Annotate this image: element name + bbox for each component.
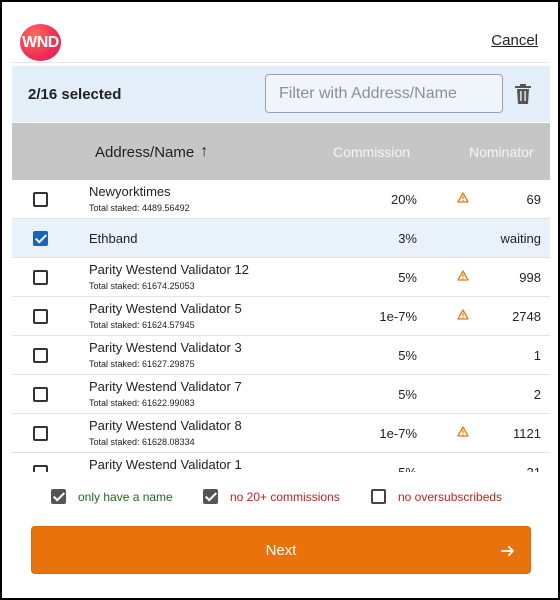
total-staked: Total staked: 61674.25053 [89, 281, 195, 291]
warning-icon [457, 270, 469, 281]
column-header-nominator[interactable]: Nominator [469, 144, 534, 160]
filter-checkbox[interactable] [203, 489, 218, 504]
selection-toolbar: 2/16 selected [12, 66, 550, 122]
total-staked: Total staked: 61622.99083 [89, 398, 195, 408]
wnd-logo: WND [20, 24, 61, 61]
validator-name: Parity Westend Validator 8 [89, 418, 242, 433]
column-header-address[interactable]: Address/Name ↑ [95, 143, 208, 161]
table-row[interactable]: Parity Westend Validator 8 Total staked: … [12, 414, 550, 453]
nominator-value: 2 [533, 387, 541, 402]
total-staked: Total staked: 61627.29875 [89, 359, 195, 369]
warning-icon [457, 309, 469, 320]
total-staked: Total staked: 61628.08334 [89, 437, 195, 447]
selected-count: 2/16 selected [28, 86, 122, 103]
column-label-address: Address/Name [95, 143, 195, 161]
nominator-value: 21 [527, 465, 541, 472]
validator-name: Parity Westend Validator 12 [89, 262, 249, 277]
row-checkbox[interactable] [33, 465, 48, 472]
nominator-value: waiting [500, 231, 541, 246]
validator-name: Parity Westend Validator 5 [89, 301, 242, 316]
commission-value: 1e-7% [379, 309, 417, 324]
row-checkbox[interactable] [33, 231, 48, 246]
row-checkbox[interactable] [33, 270, 48, 285]
commission-value: 5% [398, 387, 417, 402]
nominator-value: 2748 [512, 309, 541, 324]
trash-icon[interactable] [513, 83, 533, 105]
warning-icon [457, 426, 469, 437]
column-header-commission[interactable]: Commission [333, 144, 410, 160]
total-staked: Total staked: 4489.56492 [89, 203, 190, 213]
filter-checkbox[interactable] [51, 489, 66, 504]
table-row[interactable]: Newyorktimes Total staked: 4489.56492 20% 6… [12, 180, 550, 219]
validator-name: Newyorktimes [89, 184, 171, 199]
table-row[interactable]: Parity Westend Validator 12 Total staked:… [12, 258, 550, 297]
nominator-value: 998 [519, 270, 541, 285]
nominator-value: 1 [533, 348, 541, 363]
filter-no-oversubscribeds[interactable]: no oversubscribeds [371, 489, 502, 504]
validator-name: Parity Westend Validator 1 [89, 457, 242, 472]
commission-value: 5% [398, 348, 417, 363]
total-staked: Total staked: 61624.57945 [89, 320, 195, 330]
row-checkbox[interactable] [33, 348, 48, 363]
window: WND Cancel 2/16 selected Address/Name ↑ … [0, 0, 560, 600]
warning-icon [457, 192, 469, 203]
commission-value: 1e-7% [379, 426, 417, 441]
header-divider [12, 62, 548, 63]
filter-input[interactable] [265, 74, 503, 113]
table-header: Address/Name ↑ Commission Nominator [12, 123, 550, 180]
commission-value: 20% [390, 192, 417, 207]
table-row[interactable]: Parity Westend Validator 1 5% 21 [12, 453, 550, 472]
table-row[interactable]: Parity Westend Validator 7 Total staked: … [12, 375, 550, 414]
nominator-value: 69 [526, 192, 541, 207]
next-button[interactable]: Next [31, 526, 531, 574]
filter-only-have-name[interactable]: only have a name [51, 489, 173, 504]
table-row[interactable]: Ethband 3% waiting [12, 219, 550, 258]
validator-list[interactable]: Newyorktimes Total staked: 4489.56492 20% 6… [12, 180, 550, 472]
next-label: Next [265, 542, 297, 559]
commission-value: 5% [398, 270, 417, 285]
row-checkbox[interactable] [33, 426, 48, 441]
row-checkbox[interactable] [33, 192, 48, 207]
row-checkbox[interactable] [33, 387, 48, 402]
logo-text: WND [22, 33, 59, 51]
cancel-link[interactable]: Cancel [491, 32, 538, 49]
validator-name: Parity Westend Validator 7 [89, 379, 242, 394]
sort-ascending-icon: ↑ [200, 143, 209, 160]
filter-label: no oversubscribeds [398, 489, 503, 504]
filter-label: only have a name [78, 489, 173, 504]
arrow-right-icon [501, 546, 514, 556]
commission-value: 3% [398, 231, 417, 246]
filter-checkbox[interactable] [371, 489, 386, 504]
commission-value: 5% [398, 465, 417, 472]
validator-name: Parity Westend Validator 3 [89, 340, 242, 355]
nominator-value: 1121 [513, 426, 541, 441]
filter-label: no 20+ commissions [230, 489, 340, 504]
table-row[interactable]: Parity Westend Validator 3 Total staked: … [12, 336, 550, 375]
filter-no-20-commissions[interactable]: no 20+ commissions [203, 489, 340, 504]
row-checkbox[interactable] [33, 309, 48, 324]
table-row[interactable]: Parity Westend Validator 5 Total staked: … [12, 297, 550, 336]
validator-name: Ethband [89, 231, 138, 246]
